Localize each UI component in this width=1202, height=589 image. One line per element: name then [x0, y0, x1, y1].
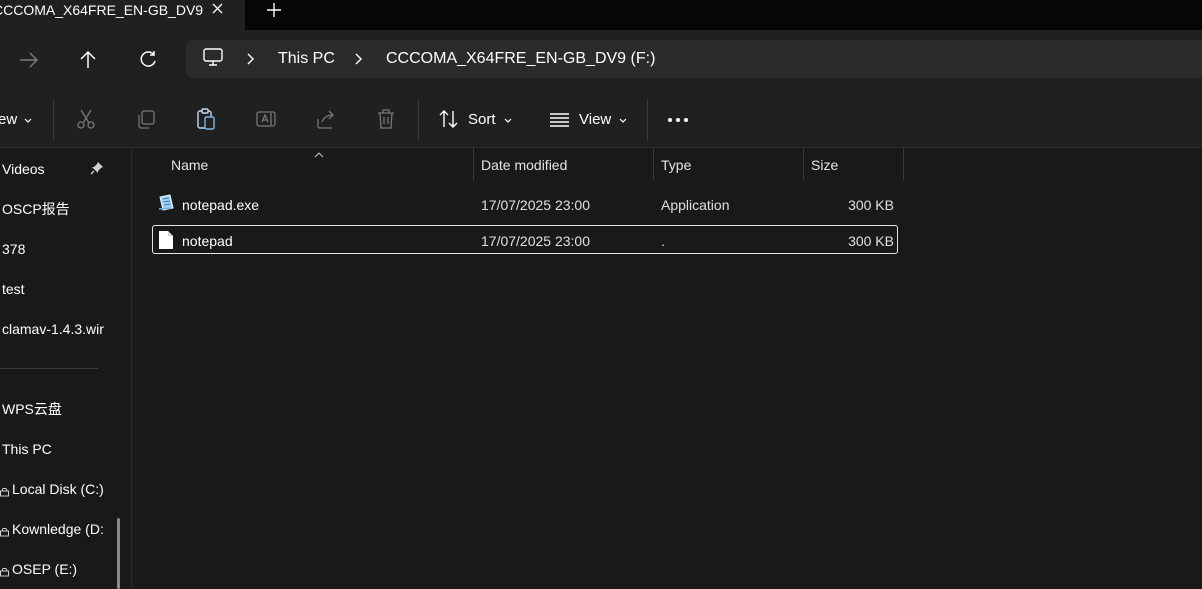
- arrow-right-icon: [20, 52, 39, 68]
- trash-icon: [378, 109, 394, 129]
- scissors-icon: [77, 109, 95, 129]
- copy-icon: [138, 110, 155, 129]
- drive-icon: [0, 524, 9, 537]
- toolbar-divider: [53, 100, 54, 140]
- address-bar[interactable]: [186, 40, 1202, 78]
- sidebar-item-drive-e[interactable]: OSEP (E:): [12, 559, 116, 579]
- sidebar-item-label: clamav-1.4.3.wir: [2, 321, 104, 337]
- more-options-button[interactable]: [664, 108, 694, 132]
- new-button[interactable]: ew: [0, 111, 17, 129]
- file-size: 300 KB: [848, 233, 894, 249]
- sidebar-item-drive-c[interactable]: Local Disk (C:): [12, 479, 116, 499]
- sidebar-item-378[interactable]: 378: [2, 239, 112, 259]
- sidebar-item-clamav[interactable]: clamav-1.4.3.wir: [2, 319, 108, 339]
- breadcrumb-drive[interactable]: CCCOMA_X64FRE_EN-GB_DV9 (F:): [386, 49, 655, 69]
- cut-button[interactable]: [74, 107, 98, 131]
- clipboard-icon: [197, 108, 215, 130]
- sidebar-scrollbar[interactable]: [117, 518, 120, 589]
- breadcrumb-this-pc[interactable]: This PC: [278, 49, 335, 69]
- close-icon: [212, 3, 223, 14]
- file-name: notepad.exe: [182, 197, 260, 213]
- delete-button[interactable]: [374, 107, 398, 131]
- sidebar-item-label: OSCP报告: [2, 201, 70, 217]
- refresh-button[interactable]: [133, 45, 163, 75]
- tab-close-button[interactable]: [209, 0, 227, 20]
- chevron-down-icon: [502, 114, 514, 126]
- view-button[interactable]: View: [579, 111, 611, 129]
- sidebar-item-label: This PC: [2, 441, 52, 457]
- column-header-type[interactable]: Type: [661, 156, 691, 174]
- rename-icon: [256, 111, 276, 127]
- column-header-size[interactable]: Size: [811, 156, 838, 174]
- drive-icon: [0, 484, 9, 497]
- sidebar-item-test[interactable]: test: [2, 279, 112, 299]
- toolbar-divider: [418, 100, 419, 140]
- plus-icon: [267, 3, 281, 17]
- file-size: 300 KB: [848, 197, 894, 213]
- sidebar-item-label: 378: [2, 241, 26, 257]
- column-divider[interactable]: [803, 148, 804, 180]
- share-button[interactable]: [314, 107, 338, 131]
- application-icon: [156, 193, 176, 213]
- file-date: 17/07/2025 23:00: [481, 197, 590, 213]
- toolbar-divider: [647, 100, 648, 140]
- column-divider[interactable]: [653, 148, 654, 180]
- more-icon: [668, 118, 688, 122]
- chevron-down-icon: [22, 114, 34, 126]
- monitor-icon: [201, 46, 225, 70]
- drive-icon: [0, 564, 9, 577]
- sidebar-item-label: WPS云盘: [2, 401, 62, 417]
- chevron-right-icon: [352, 50, 366, 68]
- view-label: View: [579, 111, 612, 128]
- sidebar-item-label: OSEP (E:): [12, 561, 78, 577]
- sort-label: Sort: [468, 111, 496, 128]
- column-divider[interactable]: [903, 148, 904, 180]
- sidebar-item-wps[interactable]: WPS云盘: [2, 399, 112, 419]
- sidebar-item-label: Kownledge (D:: [12, 521, 104, 537]
- chevron-down-icon: [617, 114, 629, 126]
- file-type: Application: [661, 197, 730, 213]
- sidebar-item-oscp[interactable]: OSCP报告: [2, 199, 112, 219]
- view-icon: [548, 107, 572, 131]
- chevron-right-icon: [244, 50, 258, 68]
- sort-icon: [437, 107, 461, 131]
- file-type: .: [661, 233, 665, 249]
- sidebar-item-this-pc[interactable]: This PC: [2, 439, 112, 459]
- file-row[interactable]: notepad.exe 17/07/2025 23:00 Application…: [152, 189, 898, 219]
- sidebar-item-label: Videos: [2, 161, 45, 177]
- rename-button[interactable]: [254, 107, 278, 131]
- up-button[interactable]: [73, 45, 103, 75]
- file-row-selected[interactable]: notepad 17/07/2025 23:00 . 300 KB: [152, 225, 898, 254]
- column-header-name[interactable]: Name: [171, 156, 208, 174]
- column-divider[interactable]: [473, 148, 474, 180]
- paste-button[interactable]: [194, 107, 218, 131]
- sidebar-divider: [0, 368, 98, 369]
- forward-button[interactable]: [14, 45, 44, 75]
- new-tab-button[interactable]: [263, 0, 285, 22]
- pin-icon: [90, 161, 104, 175]
- arrow-up-icon: [80, 50, 96, 68]
- copy-button[interactable]: [134, 107, 158, 131]
- file-icon: [158, 230, 174, 250]
- sort-button[interactable]: Sort: [468, 111, 496, 129]
- sidebar-item-label: test: [2, 281, 25, 297]
- sidebar-item-drive-d[interactable]: Kownledge (D:: [12, 519, 108, 539]
- sort-ascending-icon: [313, 146, 325, 158]
- new-label: ew: [0, 111, 18, 128]
- refresh-icon: [140, 51, 156, 67]
- column-header-date[interactable]: Date modified: [481, 156, 567, 174]
- tab-active[interactable]: CCCOMA_X64FRE_EN-GB_DV9: [0, 0, 245, 30]
- share-icon: [317, 110, 334, 129]
- sidebar-item-label: Local Disk (C:): [12, 481, 104, 497]
- tab-title: CCCOMA_X64FRE_EN-GB_DV9: [0, 2, 204, 18]
- file-name: notepad: [182, 233, 233, 249]
- file-date: 17/07/2025 23:00: [481, 233, 590, 249]
